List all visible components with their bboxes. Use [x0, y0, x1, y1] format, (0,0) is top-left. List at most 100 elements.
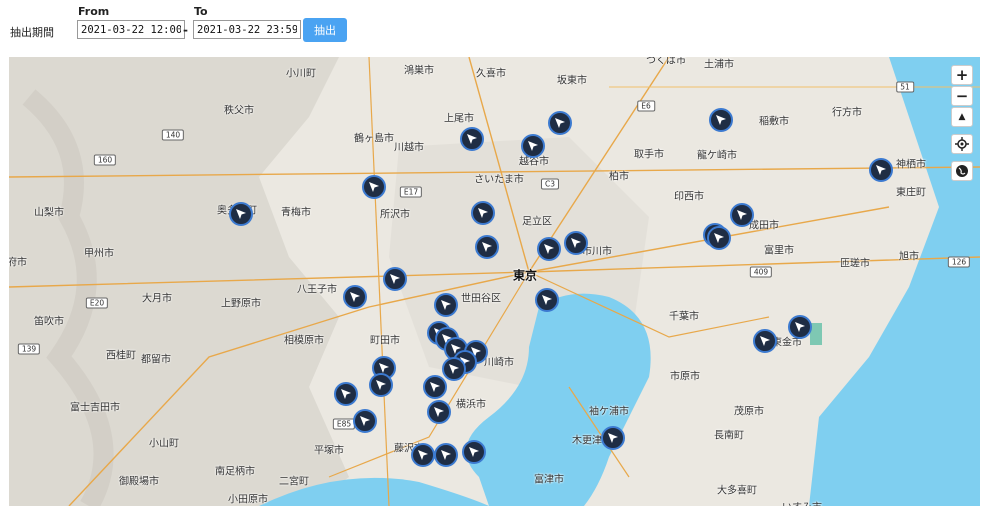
- vehicle-marker[interactable]: [434, 443, 458, 467]
- zoom-out-button[interactable]: −: [951, 86, 973, 106]
- place-label: 坂東市: [557, 75, 587, 87]
- zoom-in-button[interactable]: +: [951, 65, 973, 85]
- locate-button[interactable]: [951, 134, 973, 154]
- compass-button[interactable]: ▲: [951, 107, 973, 127]
- place-label: さいたま市: [474, 174, 524, 186]
- vehicle-marker[interactable]: [869, 158, 893, 182]
- arrow-icon: [236, 209, 246, 219]
- place-label: 都留市: [141, 354, 171, 366]
- arrow-icon: [876, 165, 886, 175]
- vehicle-marker[interactable]: [411, 443, 435, 467]
- vehicle-marker[interactable]: [462, 440, 486, 464]
- vehicle-marker[interactable]: [788, 315, 812, 339]
- place-label: 小川町: [286, 68, 316, 80]
- vehicle-marker[interactable]: [369, 373, 393, 397]
- road-shield: E17: [399, 186, 423, 198]
- place-label: 足立区: [522, 216, 552, 228]
- arrow-icon: [478, 208, 488, 218]
- vehicle-marker[interactable]: [730, 203, 754, 227]
- filter-bar: 抽出期間 From To - 抽出: [0, 0, 990, 52]
- place-label: 大月市: [142, 293, 172, 305]
- vehicle-marker[interactable]: [423, 375, 447, 399]
- vehicle-marker[interactable]: [753, 329, 777, 353]
- arrow-icon: [434, 407, 444, 417]
- place-label: 上野原市: [221, 298, 261, 310]
- place-label: 柏市: [609, 171, 629, 183]
- extract-button[interactable]: 抽出: [303, 18, 347, 42]
- road-shield: 139: [17, 343, 41, 355]
- place-label: 久喜市: [476, 68, 506, 80]
- vehicle-marker[interactable]: [353, 409, 377, 433]
- arrow-icon: [482, 242, 492, 252]
- vehicle-marker[interactable]: [362, 175, 386, 199]
- place-label: 相模原市: [284, 335, 324, 347]
- place-label: 南足柄市: [215, 466, 255, 478]
- arrow-icon: [376, 380, 386, 390]
- place-label: 所沢市: [380, 209, 410, 221]
- place-label: 二宮町: [279, 476, 309, 488]
- place-label: 笛吹市: [34, 316, 64, 328]
- vehicle-marker[interactable]: [460, 127, 484, 151]
- vehicle-marker[interactable]: [535, 288, 559, 312]
- place-label: いすみ市: [782, 499, 822, 507]
- road-shield: C3: [540, 178, 560, 190]
- arrow-icon: [544, 244, 554, 254]
- place-label: 西桂町: [106, 350, 136, 362]
- place-label: 旭市: [899, 251, 919, 263]
- map-view[interactable]: 小川町 鴻巣市 久喜市 坂東市 つくば市 土浦市 秩父市 上尾市 行方市 鶴ヶ島市 川越市 稲敷市 越谷…: [9, 57, 980, 506]
- period-label: 抽出期間: [10, 26, 54, 39]
- place-label: 土浦市: [704, 59, 734, 71]
- vehicle-marker[interactable]: [521, 134, 545, 158]
- place-label: 八王子市: [297, 284, 337, 296]
- place-label: 長南町: [714, 430, 744, 442]
- arrow-icon: [441, 450, 451, 460]
- arrow-icon: [369, 182, 379, 192]
- vehicle-marker[interactable]: [564, 231, 588, 255]
- place-label: 青梅市: [281, 207, 311, 219]
- place-label: 上尾市: [444, 113, 474, 125]
- arrow-icon: [608, 433, 618, 443]
- place-label: 川越市: [394, 142, 424, 154]
- arrow-icon: [469, 447, 479, 457]
- vehicle-marker[interactable]: [471, 201, 495, 225]
- place-label: 川崎市: [484, 357, 514, 369]
- vehicle-marker[interactable]: [383, 267, 407, 291]
- place-label: 龍ケ崎市: [697, 150, 737, 162]
- arrow-icon: [418, 450, 428, 460]
- globe-icon: [956, 165, 968, 177]
- place-label: 鴻巣市: [404, 65, 434, 77]
- vehicle-marker[interactable]: [343, 285, 367, 309]
- vehicle-marker[interactable]: [334, 382, 358, 406]
- from-label: From: [78, 5, 110, 18]
- place-label: 神栖市: [896, 159, 926, 171]
- vehicle-marker[interactable]: [707, 226, 731, 250]
- arrow-icon: [716, 115, 726, 125]
- vehicle-marker[interactable]: [537, 237, 561, 261]
- vehicle-marker[interactable]: [229, 202, 253, 226]
- from-datetime-input[interactable]: [77, 20, 185, 39]
- vehicle-marker[interactable]: [427, 400, 451, 424]
- vehicle-marker[interactable]: [434, 293, 458, 317]
- vehicle-marker[interactable]: [442, 357, 466, 381]
- place-label: 府市: [9, 257, 27, 269]
- arrow-icon: [571, 238, 581, 248]
- arrow-icon: [542, 295, 552, 305]
- place-label: 取手市: [634, 149, 664, 161]
- arrow-icon: [449, 364, 459, 374]
- vehicle-marker[interactable]: [548, 111, 572, 135]
- road-shield: 126: [947, 256, 971, 268]
- vehicle-marker[interactable]: [475, 235, 499, 259]
- to-label: To: [194, 5, 208, 18]
- vehicle-marker[interactable]: [601, 426, 625, 450]
- road-shield: E20: [85, 297, 109, 309]
- place-label: 匝瑳市: [840, 258, 870, 270]
- arrow-icon: [350, 292, 360, 302]
- road-shield: 51: [896, 81, 914, 93]
- place-label: 東庄町: [896, 187, 926, 199]
- to-datetime-input[interactable]: [193, 20, 301, 39]
- arrow-icon: [467, 134, 477, 144]
- place-label: 横浜市: [456, 399, 486, 411]
- globe-button[interactable]: [951, 161, 973, 181]
- vehicle-marker[interactable]: [709, 108, 733, 132]
- range-separator: -: [183, 23, 188, 37]
